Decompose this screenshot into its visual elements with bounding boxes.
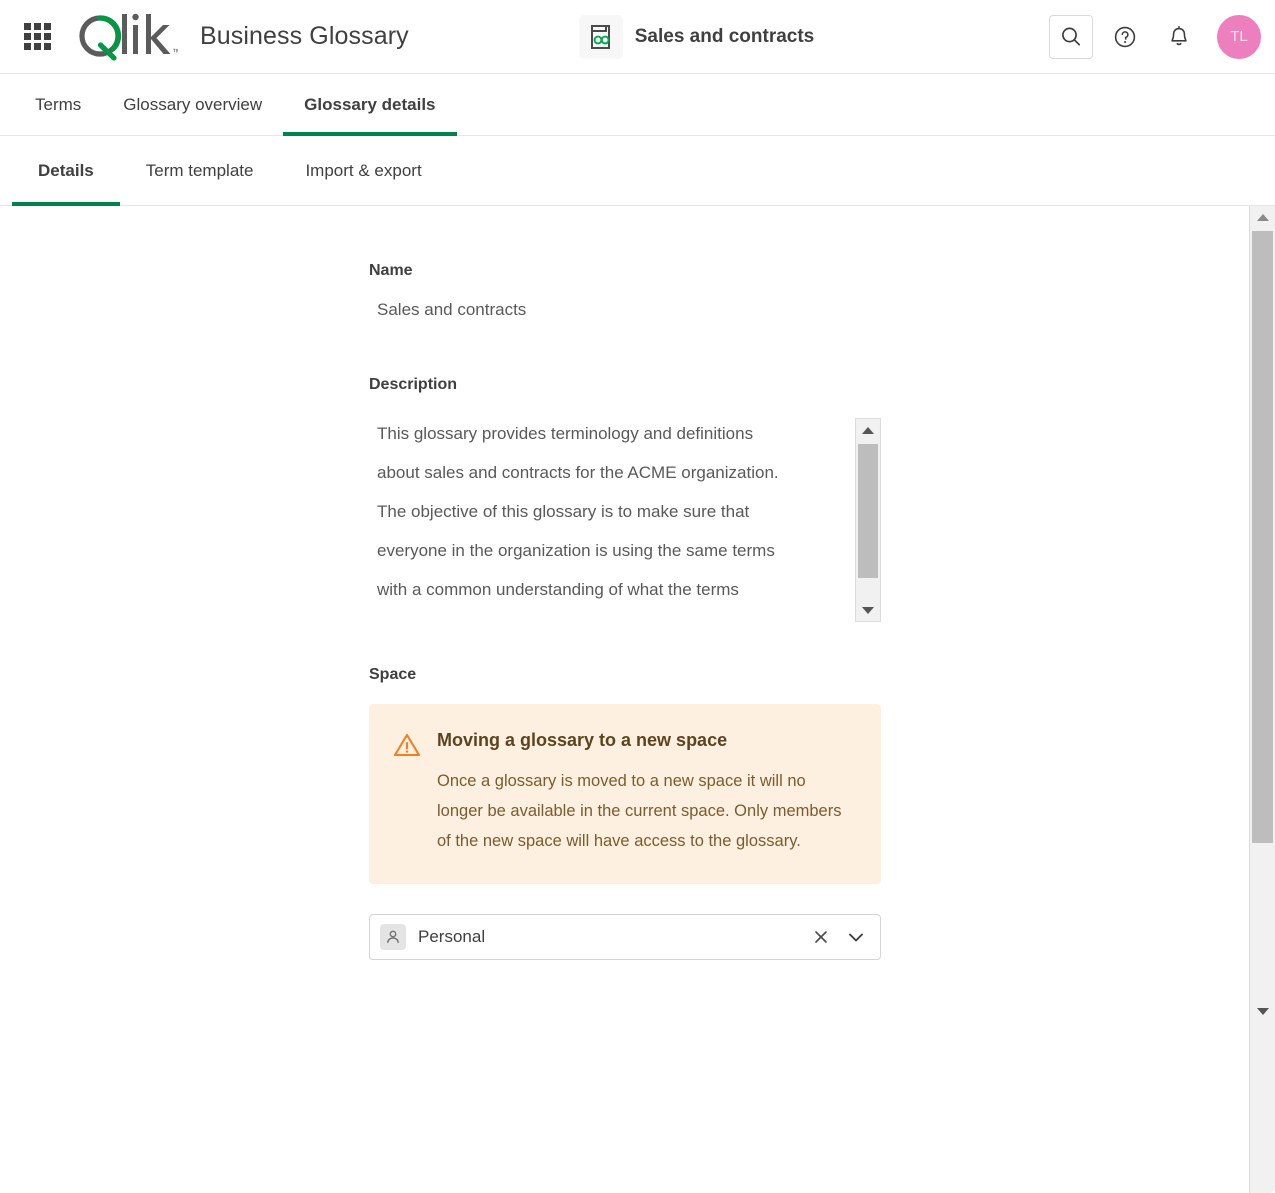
space-select[interactable]: Personal	[369, 914, 881, 960]
tab-terms[interactable]: Terms	[14, 74, 102, 135]
description-scroll-down-button[interactable]	[856, 599, 880, 621]
description-line: The objective of this glossary is to mak…	[377, 492, 845, 531]
grid-dot	[34, 33, 41, 40]
chevron-down-icon	[862, 607, 874, 614]
description-scroll-thumb[interactable]	[858, 444, 878, 578]
grid-dot	[24, 43, 31, 50]
help-button[interactable]	[1103, 15, 1147, 59]
page-scroll-down-button[interactable]	[1250, 1000, 1275, 1022]
svg-text:™: ™	[172, 47, 178, 57]
move-space-warning: Moving a glossary to a new space Once a …	[369, 704, 881, 884]
tab-import-export[interactable]: Import & export	[279, 136, 447, 205]
description-textarea[interactable]: This glossary provides terminology and d…	[369, 414, 881, 624]
space-select-caret-button[interactable]	[846, 927, 866, 947]
notifications-button[interactable]	[1157, 15, 1201, 59]
app-window: ™ Business Glossary Sales and contracts	[0, 0, 1275, 1193]
glossary-context: Sales and contracts	[579, 15, 1049, 59]
search-icon	[1059, 25, 1083, 49]
description-scroll-up-button[interactable]	[856, 419, 880, 441]
grid-dot	[34, 43, 41, 50]
tab-glossary-overview[interactable]: Glossary overview	[102, 74, 283, 135]
page-scroll-up-button[interactable]	[1250, 206, 1275, 228]
page-title: Business Glossary	[200, 22, 409, 51]
glossary-details-form: Name Sales and contracts Description Thi…	[369, 206, 881, 960]
chevron-down-icon	[846, 927, 866, 947]
qlik-logo[interactable]: ™	[70, 11, 178, 63]
warning-title: Moving a glossary to a new space	[437, 730, 853, 752]
warning-body: Once a glossary is moved to a new space …	[437, 766, 853, 856]
space-select-value: Personal	[418, 927, 812, 947]
bell-icon	[1166, 24, 1192, 50]
space-label: Space	[369, 666, 881, 684]
tab-details[interactable]: Details	[12, 136, 120, 205]
warning-text-block: Moving a glossary to a new space Once a …	[437, 730, 853, 856]
qlik-logo-icon: ™	[70, 11, 178, 63]
clear-selection-button[interactable]	[812, 928, 830, 946]
person-icon	[380, 924, 406, 950]
app-grid-icon[interactable]	[22, 22, 52, 52]
top-header-bar: ™ Business Glossary Sales and contracts	[0, 0, 1275, 74]
grid-dot	[34, 23, 41, 30]
name-label: Name	[369, 262, 881, 280]
page-scrollbar[interactable]	[1249, 206, 1275, 1193]
page-scroll-thumb[interactable]	[1252, 231, 1273, 843]
glossary-book-icon	[579, 15, 623, 59]
grid-dot	[44, 33, 51, 40]
glossary-book-glyph	[588, 23, 614, 51]
warning-triangle-glyph	[393, 732, 421, 758]
name-value[interactable]: Sales and contracts	[369, 300, 881, 320]
description-line: about sales and contracts for the ACME o…	[377, 453, 845, 492]
description-line: everyone in the organization is using th…	[377, 531, 845, 570]
glossary-name-label: Sales and contracts	[635, 26, 815, 48]
secondary-tab-bar: Details Term template Import & export	[0, 136, 1275, 206]
description-line: This glossary provides terminology and d…	[377, 414, 845, 453]
grid-dot	[44, 43, 51, 50]
warning-triangle-icon	[393, 732, 421, 856]
description-scrollbar[interactable]	[855, 418, 881, 622]
description-label: Description	[369, 376, 881, 394]
close-icon	[812, 928, 830, 946]
description-text: This glossary provides terminology and d…	[377, 414, 845, 609]
header-actions: TL	[1049, 15, 1261, 59]
grid-dot	[44, 23, 51, 30]
search-button[interactable]	[1049, 15, 1093, 59]
avatar[interactable]: TL	[1217, 15, 1261, 59]
tab-glossary-details[interactable]: Glossary details	[283, 74, 456, 135]
tab-term-template[interactable]: Term template	[120, 136, 280, 205]
grid-dot	[24, 33, 31, 40]
grid-dot	[24, 23, 31, 30]
chevron-down-icon	[1257, 1008, 1269, 1015]
help-icon	[1112, 24, 1138, 50]
description-line: with a common understanding of what the …	[377, 570, 845, 609]
content-area: Name Sales and contracts Description Thi…	[0, 206, 1275, 1193]
chevron-up-icon	[1257, 214, 1269, 221]
chevron-up-icon	[862, 427, 874, 434]
person-glyph	[385, 929, 401, 945]
primary-tab-bar: Terms Glossary overview Glossary details	[0, 74, 1275, 136]
